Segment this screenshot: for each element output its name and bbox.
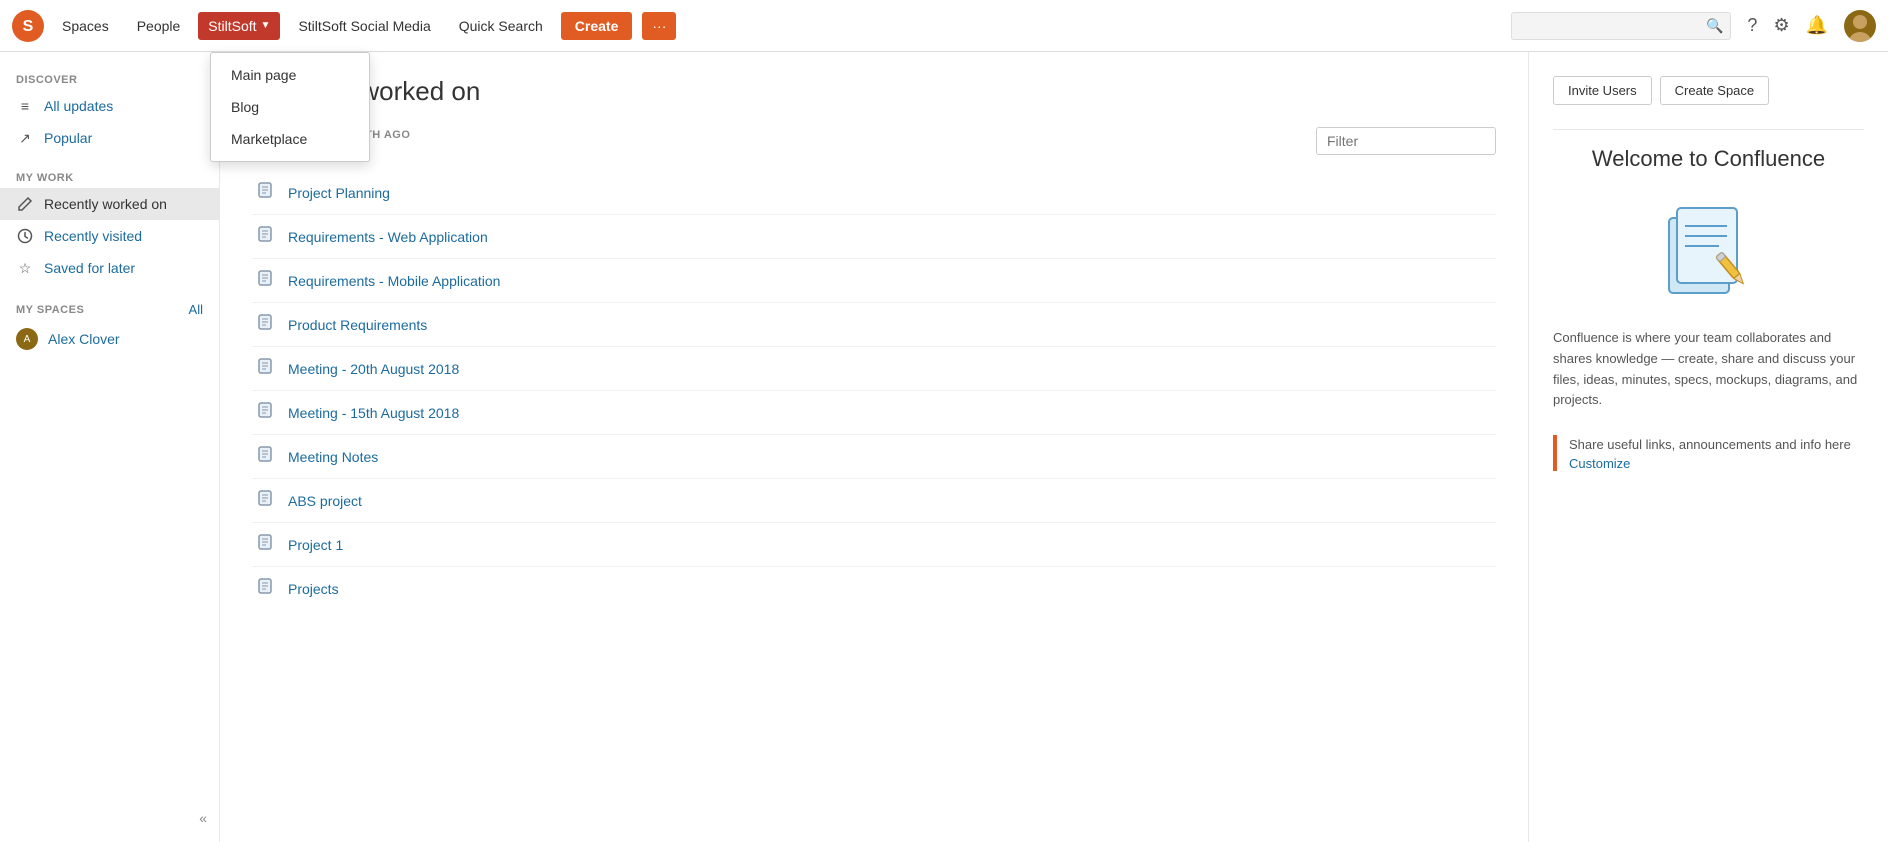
document-icon (256, 445, 274, 468)
work-list-item[interactable]: Meeting - 15th August 2018 (252, 391, 1496, 435)
my-work-section-title: MY WORK (0, 166, 219, 188)
work-item-link[interactable]: Project Planning (288, 185, 390, 201)
work-item-link[interactable]: Requirements - Mobile Application (288, 273, 500, 289)
nav-spaces[interactable]: Spaces (52, 12, 119, 40)
my-spaces-header: MY SPACES All (0, 296, 219, 321)
document-icon (256, 181, 274, 204)
list-icon: ≡ (16, 97, 34, 115)
document-icon (256, 313, 274, 336)
spaces-all-link[interactable]: All (189, 302, 203, 317)
help-icon[interactable]: ? (1747, 15, 1757, 36)
sidebar-item-recently-worked-on[interactable]: Recently worked on (0, 188, 219, 220)
document-icon (256, 533, 274, 556)
nav-stilsoft-social[interactable]: StiltSoft Social Media (288, 12, 440, 40)
document-icon (256, 577, 274, 600)
star-icon: ☆ (16, 259, 34, 277)
header-icons: ? ⚙ 🔔 (1747, 10, 1876, 42)
work-list-item[interactable]: Projects (252, 567, 1496, 610)
right-panel: Invite Users Create Space Welcome to Con… (1528, 52, 1888, 842)
filter-row: MORE THAN A MONTH AGO (252, 127, 1496, 155)
sidebar-collapse-button[interactable]: « (199, 810, 207, 826)
sidebar-recently-worked-label: Recently worked on (44, 196, 167, 212)
work-item-link[interactable]: ABS project (288, 493, 362, 509)
stilsoft-dropdown: Main page Blog Marketplace (210, 52, 370, 162)
page-title: Recently worked on (252, 76, 1496, 107)
search-input[interactable] (1511, 12, 1731, 40)
edit-icon (16, 195, 34, 213)
sidebar-item-alex-clover[interactable]: A Alex Clover (0, 321, 219, 357)
main-body: DISCOVER ≡ All updates ↗ Popular MY WORK… (0, 52, 1888, 842)
clock-icon (16, 227, 34, 245)
svg-text:S: S (23, 18, 34, 35)
nav-quick-search[interactable]: Quick Search (449, 12, 553, 40)
invite-users-button[interactable]: Invite Users (1553, 76, 1652, 105)
stilsoft-label: StiltSoft (208, 18, 256, 34)
chevron-down-icon: ▼ (261, 20, 271, 31)
welcome-illustration (1649, 188, 1769, 308)
search-box: 🔍 (1511, 12, 1731, 40)
document-icon (256, 357, 274, 380)
sidebar-recently-visited-label: Recently visited (44, 228, 142, 244)
work-list-item[interactable]: Meeting Notes (252, 435, 1496, 479)
work-item-link[interactable]: Project 1 (288, 537, 343, 553)
document-icon (256, 225, 274, 248)
share-block: Share useful links, announcements and in… (1553, 435, 1864, 471)
sidebar: DISCOVER ≡ All updates ↗ Popular MY WORK… (0, 52, 220, 842)
document-icon (256, 401, 274, 424)
work-item-link[interactable]: Meeting - 20th August 2018 (288, 361, 459, 377)
sidebar-item-all-updates[interactable]: ≡ All updates (0, 90, 219, 122)
avatar[interactable] (1844, 10, 1876, 42)
sidebar-all-updates-label: All updates (44, 98, 113, 114)
right-panel-buttons: Invite Users Create Space (1553, 76, 1864, 105)
dropdown-main-page[interactable]: Main page (211, 59, 369, 91)
work-list-item[interactable]: Meeting - 20th August 2018 (252, 347, 1496, 391)
dropdown-marketplace[interactable]: Marketplace (211, 123, 369, 155)
search-icon: 🔍 (1706, 17, 1723, 34)
sidebar-popular-label: Popular (44, 130, 92, 146)
nav-stilsoft[interactable]: StiltSoft ▼ (198, 12, 280, 40)
my-spaces-title: MY SPACES (16, 304, 84, 316)
welcome-section: Welcome to Confluence Co (1553, 146, 1864, 411)
filter-input[interactable] (1316, 127, 1496, 155)
work-item-link[interactable]: Requirements - Web Application (288, 229, 488, 245)
share-text: Share useful links, announcements and in… (1569, 435, 1864, 455)
customize-link[interactable]: Customize (1569, 456, 1630, 471)
logo[interactable]: S (12, 10, 44, 42)
discover-section-title: DISCOVER (0, 68, 219, 90)
settings-icon[interactable]: ⚙ (1773, 15, 1789, 36)
work-list-item[interactable]: ABS project (252, 479, 1496, 523)
header: S Spaces People StiltSoft ▼ StiltSoft So… (0, 0, 1888, 52)
nav-people[interactable]: People (127, 12, 191, 40)
welcome-title: Welcome to Confluence (1553, 146, 1864, 172)
work-list-item[interactable]: Requirements - Web Application (252, 215, 1496, 259)
sidebar-item-recently-visited[interactable]: Recently visited (0, 220, 219, 252)
work-list: Project Planning Requirements - Web Appl… (252, 171, 1496, 610)
work-list-item[interactable]: Requirements - Mobile Application (252, 259, 1496, 303)
work-item-link[interactable]: Projects (288, 581, 339, 597)
create-button[interactable]: Create (561, 12, 633, 40)
work-list-item[interactable]: Project Planning (252, 171, 1496, 215)
document-icon (256, 489, 274, 512)
divider (1553, 129, 1864, 130)
work-list-item[interactable]: Product Requirements (252, 303, 1496, 347)
sidebar-saved-label: Saved for later (44, 260, 135, 276)
alex-clover-label: Alex Clover (48, 331, 120, 347)
more-button[interactable]: ··· (642, 12, 676, 40)
main-content: Recently worked on MORE THAN A MONTH AGO… (220, 52, 1528, 842)
dropdown-blog[interactable]: Blog (211, 91, 369, 123)
trending-icon: ↗ (16, 129, 34, 147)
alex-clover-avatar: A (16, 328, 38, 350)
work-list-item[interactable]: Project 1 (252, 523, 1496, 567)
work-item-link[interactable]: Meeting - 15th August 2018 (288, 405, 459, 421)
sidebar-item-popular[interactable]: ↗ Popular (0, 122, 219, 154)
welcome-desc: Confluence is where your team collaborat… (1553, 328, 1864, 411)
work-item-link[interactable]: Product Requirements (288, 317, 427, 333)
notifications-icon[interactable]: 🔔 (1806, 15, 1828, 36)
document-icon (256, 269, 274, 292)
work-item-link[interactable]: Meeting Notes (288, 449, 378, 465)
create-space-button[interactable]: Create Space (1660, 76, 1770, 105)
sidebar-item-saved-for-later[interactable]: ☆ Saved for later (0, 252, 219, 284)
